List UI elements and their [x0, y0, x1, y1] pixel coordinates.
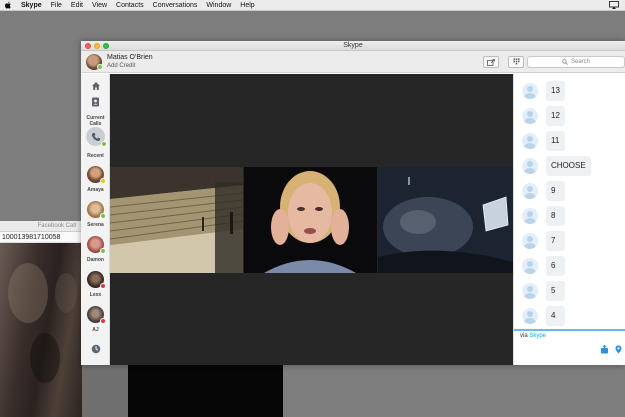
compose-icon	[487, 58, 495, 66]
list-item: 12	[514, 106, 625, 126]
sender-avatar[interactable]	[522, 133, 538, 149]
skype-window: Skype Matias O'Brien Add Credit Search C…	[81, 41, 625, 365]
sender-avatar[interactable]	[522, 108, 538, 124]
menu-conversations[interactable]: Conversations	[153, 0, 198, 11]
dialpad-icon	[513, 58, 519, 65]
service-name[interactable]: Skype	[529, 333, 546, 339]
sender-avatar[interactable]	[522, 258, 538, 274]
presence-away-indicator	[100, 178, 106, 184]
list-item: 6	[514, 256, 625, 276]
history-clock-icon[interactable]	[90, 343, 101, 354]
list-item: 11	[514, 131, 625, 151]
sender-avatar[interactable]	[522, 233, 538, 249]
user-presence-indicator	[97, 64, 103, 70]
list-item: CHOOSE	[514, 156, 625, 176]
list-item: 4	[514, 306, 625, 326]
presence-busy-indicator	[100, 283, 106, 289]
menu-view[interactable]: View	[92, 0, 107, 11]
presence-online-indicator	[100, 248, 106, 254]
chat-message[interactable]: 7	[546, 231, 565, 251]
background-window-black	[128, 365, 283, 417]
chat-message[interactable]: 5	[546, 281, 565, 301]
window-title: Skype	[343, 42, 363, 49]
contact-name-damon[interactable]: Damon	[81, 257, 110, 263]
list-item: 7	[514, 231, 625, 251]
chat-message[interactable]: 13	[546, 81, 565, 101]
video-tile-main-caller[interactable]	[244, 167, 377, 273]
contact-name-lexx[interactable]: Lexx	[81, 292, 110, 298]
contact-name-amaya[interactable]: Amaya	[81, 187, 110, 193]
menu-bar: Skype File Edit View Contacts Conversati…	[0, 0, 625, 11]
recent-label[interactable]: Recent	[81, 153, 110, 159]
facebook-call-title: Facebook Call	[0, 221, 82, 232]
chat-message[interactable]: CHOOSE	[546, 156, 591, 176]
phone-icon	[91, 132, 100, 141]
search-input[interactable]: Search	[527, 56, 625, 68]
search-icon	[562, 59, 568, 65]
menu-edit[interactable]: Edit	[71, 0, 83, 11]
add-credit-link[interactable]: Add Credit	[107, 63, 135, 69]
skype-header: Matias O'Brien Add Credit Search	[81, 51, 625, 73]
sender-avatar[interactable]	[522, 158, 538, 174]
menu-file[interactable]: File	[51, 0, 62, 11]
chat-message[interactable]: 4	[546, 306, 565, 326]
sender-avatar[interactable]	[522, 208, 538, 224]
menu-window[interactable]: Window	[206, 0, 231, 11]
contact-name-serena[interactable]: Serena	[81, 222, 110, 228]
via-text: via	[520, 333, 528, 339]
list-item: 13	[514, 81, 625, 101]
menu-app-skype[interactable]: Skype	[21, 0, 42, 11]
dialpad-button[interactable]	[508, 56, 524, 68]
chat-panel: 13 12 11 CHOOSE 9 8 7 6 5 4 via Skype	[513, 74, 625, 365]
new-window-button[interactable]	[483, 56, 499, 68]
sender-avatar[interactable]	[522, 183, 538, 199]
via-skype-label: via Skype	[520, 333, 546, 339]
home-icon[interactable]	[90, 80, 101, 91]
chat-message[interactable]: 9	[546, 181, 565, 201]
menu-help[interactable]: Help	[240, 0, 254, 11]
current-calls-label[interactable]: Current Calls	[81, 115, 110, 127]
close-window-button[interactable]	[85, 43, 91, 49]
sender-avatar[interactable]	[522, 283, 538, 299]
video-tile-dark-room[interactable]	[378, 167, 513, 273]
airplay-icon[interactable]	[609, 1, 619, 9]
list-item: 8	[514, 206, 625, 226]
chat-message[interactable]: 6	[546, 256, 565, 276]
facebook-caller-id: 100013981710058	[0, 232, 82, 243]
chat-message[interactable]: 11	[546, 131, 565, 151]
list-item: 5	[514, 281, 625, 301]
sidebar: Current Calls Recent Amaya Serena Damon …	[81, 74, 110, 365]
send-file-icon[interactable]	[600, 344, 609, 354]
minimize-window-button[interactable]	[94, 43, 100, 49]
skype-titlebar: Skype	[81, 41, 625, 51]
chat-input-divider	[514, 329, 625, 331]
contact-name-aj[interactable]: AJ	[81, 327, 110, 333]
desktop-background	[82, 365, 128, 417]
presence-online-indicator	[100, 213, 106, 219]
presence-busy-indicator	[100, 318, 106, 324]
chat-message[interactable]: 8	[546, 206, 565, 226]
video-tile-subway[interactable]	[110, 167, 243, 273]
search-placeholder: Search	[570, 59, 590, 65]
video-call-area[interactable]	[110, 74, 513, 365]
user-name[interactable]: Matias O'Brien	[107, 54, 153, 61]
list-item: 9	[514, 181, 625, 201]
facebook-call-window[interactable]: Facebook Call 100013981710058	[0, 221, 82, 417]
contacts-book-icon[interactable]	[90, 96, 101, 107]
sender-avatar[interactable]	[522, 308, 538, 324]
chat-message[interactable]: 12	[546, 106, 565, 126]
apple-icon[interactable]	[4, 1, 12, 10]
sender-avatar[interactable]	[522, 83, 538, 99]
facebook-video-feed	[0, 243, 82, 417]
location-pin-icon[interactable]	[614, 345, 623, 354]
zoom-window-button[interactable]	[103, 43, 109, 49]
call-active-indicator	[101, 141, 107, 147]
menu-contacts[interactable]: Contacts	[116, 0, 144, 11]
